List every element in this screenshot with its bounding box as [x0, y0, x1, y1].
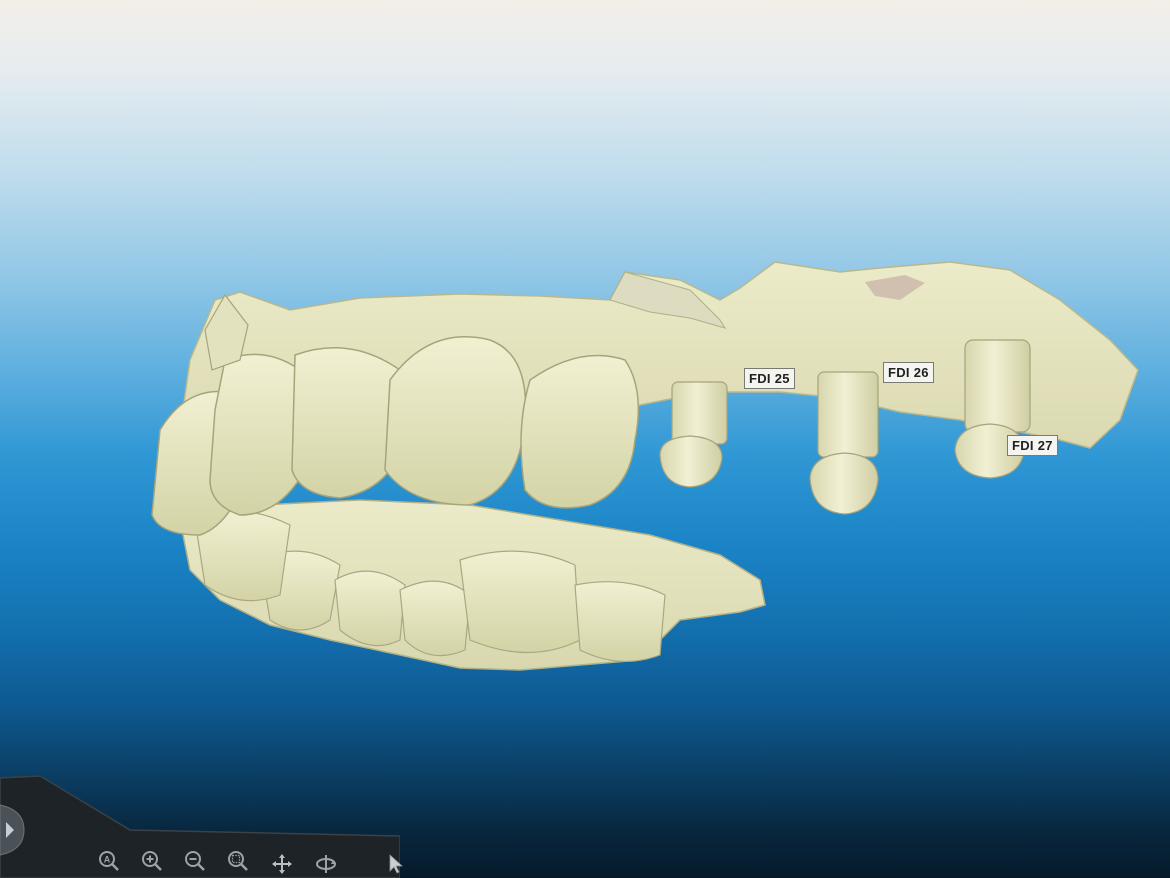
lower-tooth [574, 581, 666, 662]
pan-button[interactable] [268, 850, 296, 878]
select-pointer-icon [389, 854, 404, 874]
lower-tooth [459, 550, 581, 653]
fdi-26-label: FDI 26 [883, 362, 934, 383]
implant-post-27 [954, 339, 1031, 479]
zoom-window-icon [228, 851, 248, 871]
zoom-fit-button[interactable]: A [95, 847, 123, 875]
upper-tooth [209, 353, 306, 516]
svg-text:A: A [104, 855, 111, 865]
rotate-icon [316, 855, 336, 873]
rotate-button[interactable] [312, 850, 340, 878]
lower-tooth [399, 580, 471, 657]
fdi-27-label: FDI 27 [1007, 435, 1058, 456]
upper-tooth-premolar [520, 354, 640, 509]
zoom-in-icon [142, 851, 162, 871]
implant-post-26 [809, 371, 879, 515]
zoom-window-button[interactable] [224, 847, 252, 875]
zoom-in-button[interactable] [138, 847, 166, 875]
panel-expand-handle[interactable] [0, 800, 26, 860]
fdi-25-label: FDI 25 [744, 368, 795, 389]
3d-viewport[interactable]: FDI 25 FDI 26 FDI 27 [0, 0, 1170, 878]
zoom-fit-icon: A [99, 851, 119, 871]
zoom-out-button[interactable] [181, 847, 209, 875]
pan-icon [272, 854, 292, 874]
select-pointer-button[interactable] [382, 850, 410, 878]
zoom-out-icon [185, 851, 205, 871]
upper-tooth-premolar [384, 336, 527, 506]
lower-tooth [334, 570, 406, 647]
dental-model-scene[interactable] [0, 0, 1170, 878]
